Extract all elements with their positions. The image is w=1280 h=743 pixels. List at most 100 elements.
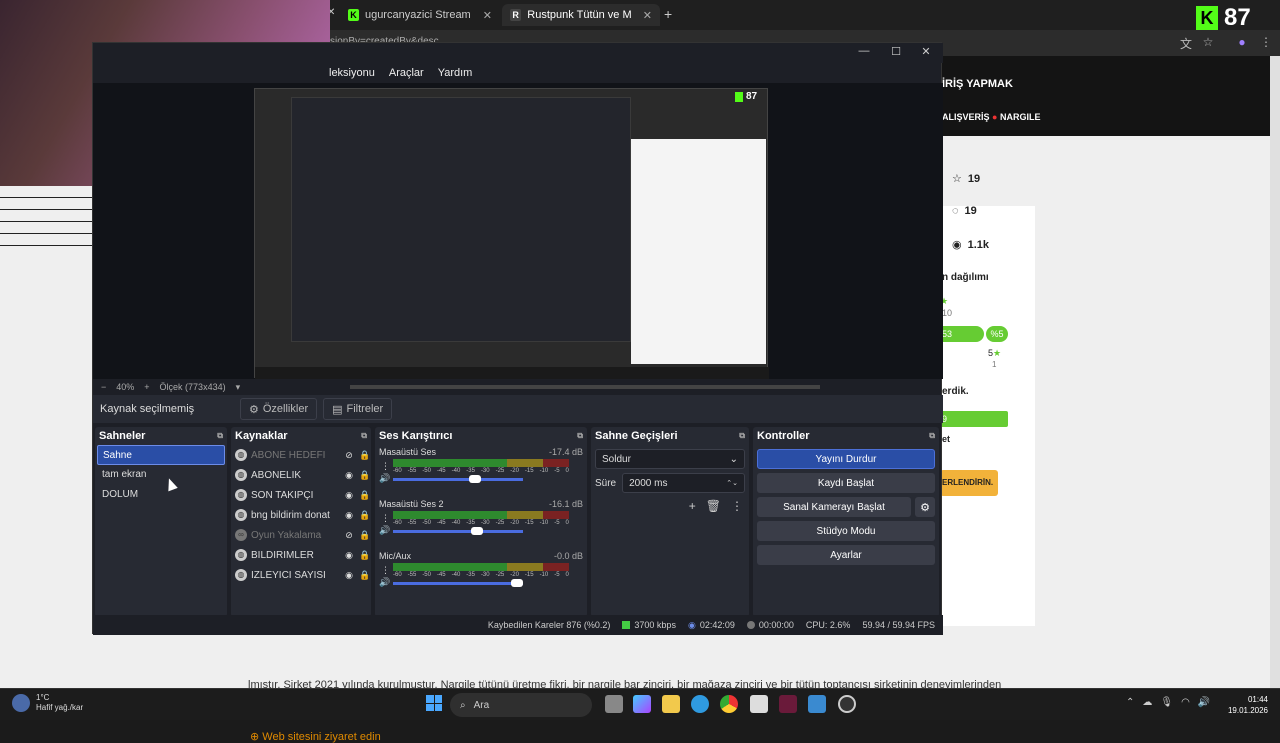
volume-icon[interactable]: 🔊 xyxy=(379,525,390,536)
source-item[interactable]: ∞ Oyun Yakalama ⊘ 🔒 xyxy=(231,525,371,545)
lock-icon[interactable]: 🔒 xyxy=(359,530,371,541)
rate-button[interactable]: ERLENDİRİN. xyxy=(940,470,998,496)
stop-stream-button[interactable]: Yayını Durdur xyxy=(757,449,935,469)
undock-icon[interactable]: ⧉ xyxy=(361,431,367,441)
zoom-in-icon[interactable]: + xyxy=(144,382,149,392)
task-view-icon[interactable] xyxy=(605,695,623,713)
eye-icon[interactable]: ◉ xyxy=(343,470,355,481)
star-icon[interactable]: ☆ xyxy=(1200,35,1216,51)
lock-icon[interactable]: 🔒 xyxy=(359,450,371,461)
scene-item[interactable]: DOLUM xyxy=(97,485,225,505)
website-link[interactable]: ⊕ Web sitesini ziyaret edin xyxy=(250,730,381,743)
lock-icon[interactable]: 🔒 xyxy=(359,490,371,501)
maximize-icon[interactable]: ☐ xyxy=(881,45,911,61)
menu-collection[interactable]: leksiyonu xyxy=(329,67,375,79)
menu-icon[interactable]: ⋮ xyxy=(1258,35,1274,51)
file-explorer-icon[interactable] xyxy=(662,695,680,713)
duration-input[interactable]: 2000 ms ⌃⌄ xyxy=(622,473,745,493)
tab-stream[interactable]: K ugurcanyazici Stream - Watch L ✕ xyxy=(340,4,500,26)
trash-icon[interactable]: 🗑 xyxy=(706,499,721,513)
microphone-icon[interactable]: 🎙 xyxy=(1160,697,1173,708)
fader-knob[interactable] xyxy=(470,527,483,535)
photos-icon[interactable] xyxy=(808,695,826,713)
lock-icon[interactable]: 🔒 xyxy=(359,510,371,521)
settings-button[interactable]: Ayarlar xyxy=(757,545,935,565)
nav-shopping-label[interactable]: ALIŞVERİŞ xyxy=(942,112,990,122)
preview-scrollbar[interactable] xyxy=(350,385,821,389)
eye-hidden-icon[interactable]: ⊘ xyxy=(343,530,355,541)
lock-icon[interactable]: 🔒 xyxy=(359,470,371,481)
undock-icon[interactable]: ⧉ xyxy=(577,431,583,441)
menu-help[interactable]: Yardım xyxy=(438,67,473,79)
kebab-menu-icon[interactable]: ⋮ xyxy=(381,513,390,524)
start-recording-button[interactable]: Kaydı Başlat xyxy=(757,473,935,493)
volume-fader[interactable] xyxy=(393,579,523,587)
website-link-label[interactable]: Web sitesini ziyaret edin xyxy=(262,731,380,743)
volume-fader[interactable] xyxy=(393,527,523,535)
gear-icon[interactable]: ⚙ xyxy=(915,497,935,517)
undock-icon[interactable]: ⧉ xyxy=(739,431,745,441)
spinner-icon[interactable]: ⌃⌄ xyxy=(726,479,738,487)
page-scrollbar[interactable] xyxy=(1270,56,1280,688)
scene-item[interactable]: tam ekran xyxy=(97,465,225,485)
app-icon[interactable] xyxy=(779,695,797,713)
undock-icon[interactable]: ⧉ xyxy=(217,431,223,441)
kebab-menu-icon[interactable]: ⋮ xyxy=(381,461,390,472)
add-icon[interactable]: + xyxy=(689,499,696,513)
close-icon[interactable]: ✕ xyxy=(643,9,652,22)
eye-icon[interactable]: ◉ xyxy=(343,510,355,521)
taskbar-clock[interactable]: 01:44 19.01.2026 xyxy=(1226,694,1268,716)
source-item[interactable]: ◍ SON TAKİPÇİ ◉ 🔒 xyxy=(231,485,371,505)
transition-select[interactable]: Soldur ⌄ xyxy=(595,449,745,469)
nav-hookah-label[interactable]: NARGILE xyxy=(1000,112,1041,122)
login-link[interactable]: İRİŞ YAPMAK xyxy=(942,78,1013,90)
source-item[interactable]: ◍ BİLDİRİMLER ◉ 🔒 xyxy=(231,545,371,565)
volume-fader[interactable] xyxy=(393,475,523,483)
translate-icon[interactable]: 文 xyxy=(1178,35,1194,51)
properties-button[interactable]: ⚙ Özellikler xyxy=(240,398,318,420)
chrome-icon[interactable] xyxy=(720,695,738,713)
close-icon[interactable]: ✕ xyxy=(911,45,941,61)
windows-start-icon[interactable] xyxy=(426,695,442,711)
fader-knob[interactable] xyxy=(468,475,481,483)
lock-icon[interactable]: 🔒 xyxy=(359,550,371,561)
lock-icon[interactable]: 🔒 xyxy=(359,570,371,581)
profile-icon[interactable]: ● xyxy=(1234,35,1250,51)
source-item[interactable]: ◍ İZLEYİCİ SAYISI ◉ 🔒 xyxy=(231,565,371,585)
source-item[interactable]: ◍ ABONELİK ◉ 🔒 xyxy=(231,465,371,485)
obs-preview[interactable]: 87 xyxy=(93,83,943,379)
chevron-up-icon[interactable]: ⌃ xyxy=(1126,697,1134,708)
kebab-menu-icon[interactable]: ⋮ xyxy=(381,565,390,576)
edge-icon[interactable] xyxy=(691,695,709,713)
undock-icon[interactable]: ⧉ xyxy=(929,431,935,441)
volume-icon[interactable]: 🔊 xyxy=(1198,697,1210,708)
volume-icon[interactable]: 🔊 xyxy=(379,577,390,588)
virtual-camera-button[interactable]: Sanal Kamerayı Başlat xyxy=(757,497,911,517)
scene-item[interactable]: Sahne xyxy=(97,445,225,465)
kebab-menu-icon[interactable]: ⋮ xyxy=(731,499,743,513)
eye-hidden-icon[interactable]: ⊘ xyxy=(343,450,355,461)
cloud-icon[interactable]: ☁ xyxy=(1142,697,1152,708)
source-item[interactable]: ◍ bng bildirim donat ◉ 🔒 xyxy=(231,505,371,525)
copilot-icon[interactable] xyxy=(633,695,651,713)
fader-knob[interactable] xyxy=(511,579,523,587)
chevron-down-icon[interactable]: ▾ xyxy=(236,382,241,393)
eye-icon[interactable]: ◉ xyxy=(343,550,355,561)
volume-icon[interactable]: 🔊 xyxy=(379,473,390,484)
minimize-icon[interactable]: — xyxy=(849,45,879,61)
source-item[interactable]: ◍ ABONE HEDEFİ ⊘ 🔒 xyxy=(231,445,371,465)
menu-tools[interactable]: Araçlar xyxy=(389,67,424,79)
taskbar-search[interactable]: ⌕ Ara xyxy=(450,693,592,717)
close-icon[interactable]: ✕ xyxy=(483,9,492,22)
weather-widget[interactable]: 1°C Hafif yağ./kar xyxy=(12,693,83,713)
new-tab-icon[interactable]: + xyxy=(664,6,672,22)
eye-icon[interactable]: ◉ xyxy=(343,490,355,501)
obs-icon[interactable] xyxy=(838,695,856,713)
nav-shopping[interactable]: ALIŞVERİŞ ● NARGILE xyxy=(942,112,1040,122)
zoom-out-icon[interactable]: − xyxy=(101,382,106,392)
tab-product[interactable]: R Rustpunk Tütün ve Meyve Aron ✕ xyxy=(502,4,660,26)
studio-mode-button[interactable]: Stüdyo Modu xyxy=(757,521,935,541)
store-icon[interactable] xyxy=(750,695,768,713)
filters-button[interactable]: ▤ Filtreler xyxy=(323,398,393,420)
eye-icon[interactable]: ◉ xyxy=(343,570,355,581)
